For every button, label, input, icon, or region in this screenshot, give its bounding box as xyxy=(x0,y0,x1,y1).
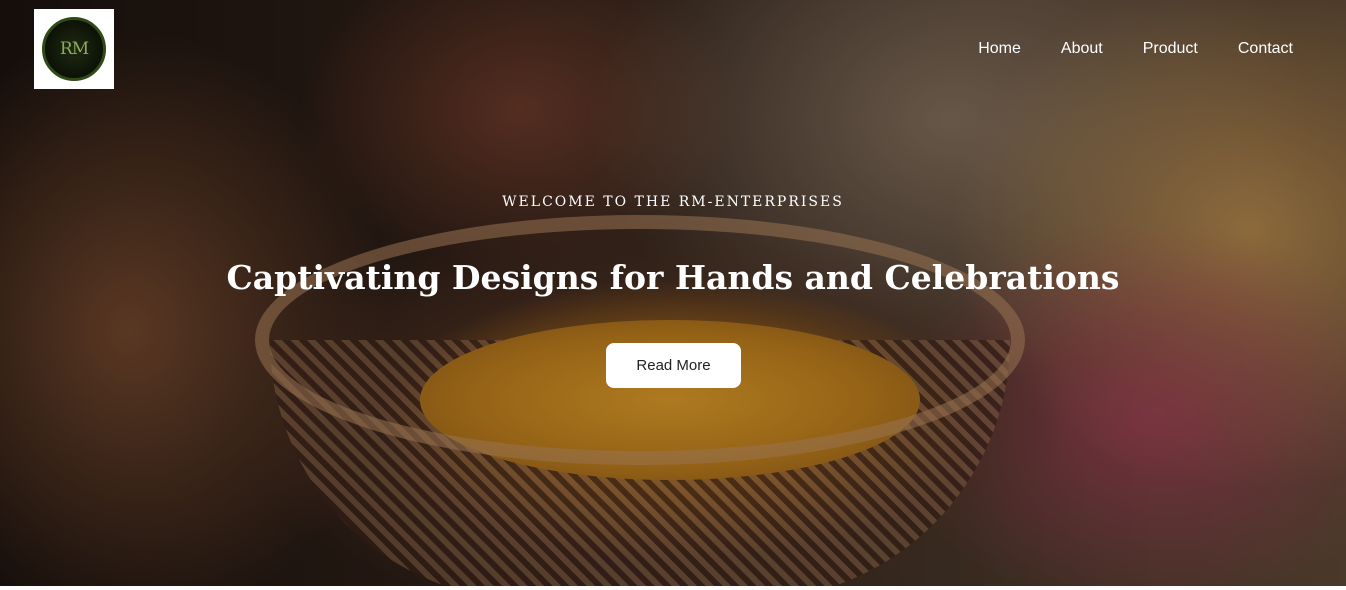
hero-kicker: WELCOME TO THE RM-ENTERPRISES xyxy=(502,194,844,210)
logo-link[interactable]: RM xyxy=(34,9,114,89)
logo-text: RM xyxy=(59,39,89,59)
nav-home[interactable]: Home xyxy=(978,39,1021,59)
main-navigation: Home About Product Contact xyxy=(978,39,1293,59)
read-more-button[interactable]: Read More xyxy=(606,343,741,388)
nav-contact[interactable]: Contact xyxy=(1238,39,1293,59)
hero-headline: Captivating Designs for Hands and Celebr… xyxy=(226,258,1120,297)
nav-product[interactable]: Product xyxy=(1143,39,1198,59)
nav-about[interactable]: About xyxy=(1061,39,1103,59)
logo-emblem: RM xyxy=(42,17,106,81)
